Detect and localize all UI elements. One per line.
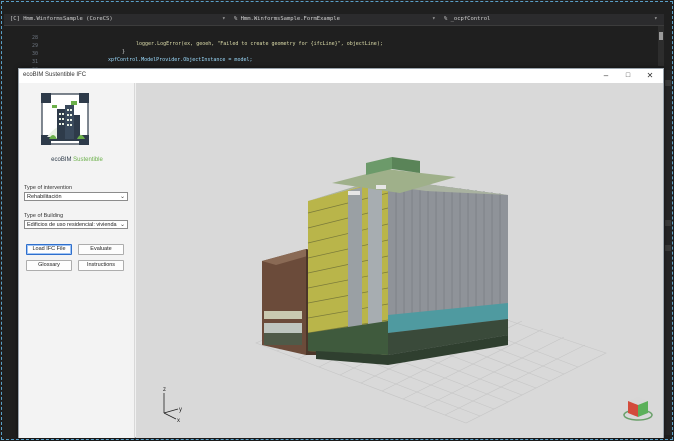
ecobim-logo-icon	[41, 93, 89, 145]
glossary-button[interactable]: Glossary	[26, 260, 72, 271]
ide-scrollbar[interactable]	[658, 26, 664, 66]
axis-label-z: z	[163, 387, 166, 393]
brand-name: ecoBIM Sustentible	[19, 157, 135, 163]
ide-side-toolbar	[664, 70, 672, 435]
intervention-select[interactable]: Rehabilitación ⌄	[24, 192, 128, 201]
code-line: 32 }	[4, 61, 664, 79]
control-panel: ecoBIM Sustentible Type of intervention …	[19, 83, 135, 438]
building-label: Type of Building	[24, 213, 64, 219]
evaluate-button[interactable]: Evaluate	[78, 244, 124, 255]
main-facade-west	[307, 179, 389, 355]
close-button[interactable]: ✕	[639, 69, 661, 83]
intervention-label: Type of intervention	[24, 185, 73, 191]
instructions-button[interactable]: Instructions	[78, 260, 124, 271]
main-facade-south	[388, 179, 508, 355]
app-window: ecoBIM Sustentible IFC – □ ✕ ecoBIM Sust…	[18, 68, 664, 438]
axis-gizmo	[163, 393, 179, 420]
load-ifc-button[interactable]: Load IFC File	[26, 244, 72, 255]
toolbar-icon[interactable]	[665, 245, 671, 251]
building-value: Edificios de uso residencial: vivienda	[27, 222, 117, 228]
toolbar-icon[interactable]	[665, 80, 671, 86]
ide-file-dropdown[interactable]: % Hmm.WinformsSample.FormExample	[234, 16, 340, 22]
axis-label-y: y	[179, 407, 182, 413]
axis-label-x: x	[177, 418, 180, 424]
scrollbar-thumb[interactable]	[659, 32, 663, 40]
intervention-value: Rehabilitación	[27, 194, 62, 200]
building-select[interactable]: Edificios de uso residencial: vivienda ⌄	[24, 220, 128, 229]
code-line: 29 }	[4, 37, 664, 55]
code-line: 31	[4, 53, 664, 65]
window-titlebar[interactable]: ecoBIM Sustentible IFC – □ ✕	[19, 69, 663, 83]
window-title: ecoBIM Sustentible IFC	[23, 72, 87, 78]
code-line: 30 xpfControl.ModelProvider.ObjectInstan…	[4, 45, 664, 63]
view-cube-icon[interactable]	[623, 397, 653, 421]
maximize-button[interactable]: □	[617, 69, 639, 83]
ide-code-editor[interactable]: 28 logger.LogError(ex, geoeh, "Failed to…	[4, 27, 664, 79]
brand-part-2: Sustentible	[73, 157, 103, 163]
chevron-down-icon: ▾	[654, 15, 658, 22]
chevron-down-icon: ▾	[432, 15, 436, 22]
chevron-down-icon: ▾	[222, 15, 226, 22]
chevron-down-icon: ⌄	[119, 194, 125, 200]
ide-project-dropdown[interactable]: [C] Hmm.WinformsSample (CoreCS)	[10, 16, 113, 22]
minimize-button[interactable]: –	[595, 69, 617, 83]
ide-member-dropdown[interactable]: % _ocpfControl	[444, 16, 490, 22]
building-model-canvas[interactable]: z x y	[136, 83, 663, 438]
chevron-down-icon: ⌄	[119, 222, 125, 228]
code-line: 28 logger.LogError(ex, geoeh, "Failed to…	[4, 29, 664, 47]
ifc-3d-viewer[interactable]: z x y	[136, 83, 663, 438]
ide-navigation-bar: [C] Hmm.WinformsSample (CoreCS) ▾ % Hmm.…	[4, 14, 664, 26]
brand-part-1: ecoBIM	[51, 157, 72, 163]
toolbar-icon[interactable]	[665, 220, 671, 226]
